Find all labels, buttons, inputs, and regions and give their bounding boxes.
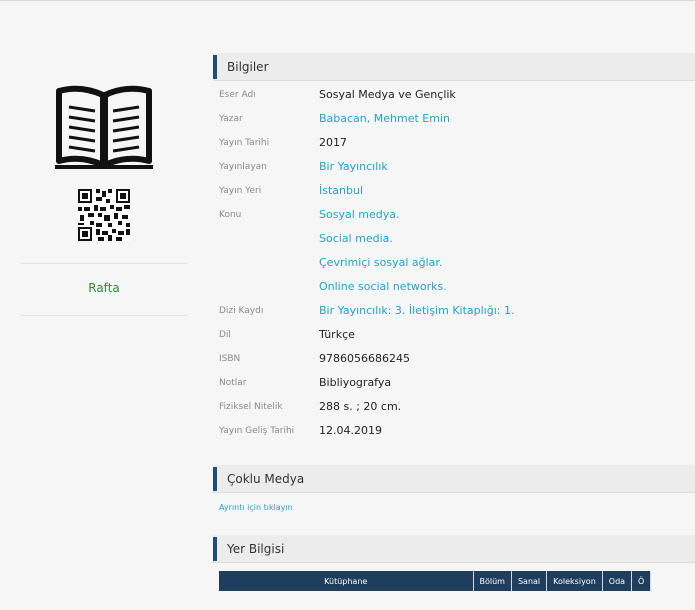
info-label: Yayın Yeri (219, 186, 262, 196)
info-row: Dil Türkçe (213, 323, 695, 347)
info-value-link[interactable]: Babacan, Mehmet Emin (319, 107, 695, 131)
info-value-link[interactable]: Bir Yayıncılık (319, 155, 695, 179)
info-row: ISBN 9786056686245 (213, 347, 695, 371)
info-values: Babacan, Mehmet Emin (319, 107, 695, 131)
info-values: Bir Yayıncılık: 3. İletişim Kitaplığı: 1… (319, 299, 695, 323)
info-value: Türkçe (319, 328, 355, 341)
info-values: 9786056686245 (319, 347, 695, 371)
record-detail-page: Rafta Bilgiler Eser Adı Sosyal Medya ve G… (0, 0, 695, 610)
section-accent-bar (213, 537, 217, 561)
qr-code-icon (78, 189, 130, 241)
info-value-link[interactable]: Online social networks. (319, 275, 695, 299)
info-values: 288 s. ; 20 cm. (319, 395, 695, 419)
info-label: Dizi Kaydı (219, 306, 264, 316)
info-value: Bibliyografya (319, 376, 392, 389)
info-values: Sosyal medya. Social media. Çevrimiçi sosy… (319, 203, 695, 299)
location-table-wrapper: Kütüphane Bölüm Sanal Koleksiyon Oda Ö (219, 571, 695, 610)
table-header-row: Kütüphane Bölüm Sanal Koleksiyon Oda Ö (219, 571, 652, 591)
info-label: Eser Adı (219, 90, 256, 100)
info-values: Türkçe (319, 323, 695, 347)
open-book-icon (55, 85, 153, 169)
info-values: Bir Yayıncılık (319, 155, 695, 179)
table-header-cell[interactable]: Kütüphane (219, 571, 474, 591)
section-title: Yer Bilgisi (227, 542, 285, 556)
info-value: 2017 (319, 136, 347, 149)
info-label: Notlar (219, 378, 247, 388)
divider (20, 315, 188, 316)
info-value-link[interactable]: Çevrimiçi sosyal ağlar. (319, 251, 695, 275)
info-row: Eser Adı Sosyal Medya ve Gençlik (213, 83, 695, 107)
bibliographic-info: Eser Adı Sosyal Medya ve Gençlik Yazar Baba… (213, 83, 695, 443)
right-column: Bilgiler Eser Adı Sosyal Medya ve Gençlik… (213, 53, 695, 610)
info-value: 9786056686245 (319, 352, 410, 365)
info-values: Sosyal Medya ve Gençlik (319, 83, 695, 107)
info-values: İstanbul (319, 179, 695, 203)
table-header-cell[interactable]: Ö (631, 571, 652, 591)
availability-status: Rafta (88, 281, 120, 295)
info-label: Yazar (219, 114, 243, 124)
info-label: Fiziksel Nitelik (219, 402, 283, 412)
info-row: Yayın Geliş Tarihi 12.04.2019 (213, 419, 695, 443)
yer-bilgisi-section-header: Yer Bilgisi (213, 535, 695, 563)
info-values: 2017 (319, 131, 695, 155)
table-header-cell[interactable]: Koleksiyon (546, 571, 603, 591)
info-value-link[interactable]: Sosyal medya. (319, 203, 695, 227)
section-accent-bar (213, 55, 217, 79)
info-label: Dil (219, 330, 231, 340)
info-label: ISBN (219, 354, 241, 364)
info-value-link[interactable]: İstanbul (319, 179, 695, 203)
info-values: Bibliyografya (319, 371, 695, 395)
table-header-cell[interactable]: Sanal (511, 571, 548, 591)
details-link[interactable]: Ayrıntı için tıklayın (213, 493, 695, 535)
info-row: Konu Sosyal medya. Social media. Çevrimiçi … (213, 203, 695, 299)
info-value: 288 s. ; 20 cm. (319, 400, 402, 413)
info-row: Notlar Bibliyografya (213, 371, 695, 395)
info-label: Konu (219, 210, 242, 220)
divider (20, 263, 188, 264)
info-label: Yayınlayan (219, 162, 267, 172)
info-value: 12.04.2019 (319, 424, 382, 437)
info-values: 12.04.2019 (319, 419, 695, 443)
info-row: Yayınlayan Bir Yayıncılık (213, 155, 695, 179)
info-label: Yayın Geliş Tarihi (219, 426, 295, 436)
table-header-cell[interactable]: Bölüm (473, 571, 512, 591)
info-row: Yayın Yeri İstanbul (213, 179, 695, 203)
table-header-cell[interactable]: Oda (602, 571, 633, 591)
bilgiler-section-header: Bilgiler (213, 53, 695, 81)
info-value-link[interactable]: Bir Yayıncılık: 3. İletişim Kitaplığı: 1… (319, 299, 695, 323)
location-table: Kütüphane Bölüm Sanal Koleksiyon Oda Ö (219, 571, 652, 591)
info-row: Fiziksel Nitelik 288 s. ; 20 cm. (213, 395, 695, 419)
info-value-link[interactable]: Social media. (319, 227, 695, 251)
info-row: Dizi Kaydı Bir Yayıncılık: 3. İletişim Ki… (213, 299, 695, 323)
info-row: Yazar Babacan, Mehmet Emin (213, 107, 695, 131)
section-title: Çoklu Medya (227, 472, 305, 486)
section-title: Bilgiler (227, 60, 269, 74)
section-accent-bar (213, 467, 217, 491)
info-label: Yayın Tarihi (219, 138, 270, 148)
info-row: Yayın Tarihi 2017 (213, 131, 695, 155)
coklu-medya-section-header: Çoklu Medya (213, 465, 695, 493)
info-value: Sosyal Medya ve Gençlik (319, 88, 456, 101)
